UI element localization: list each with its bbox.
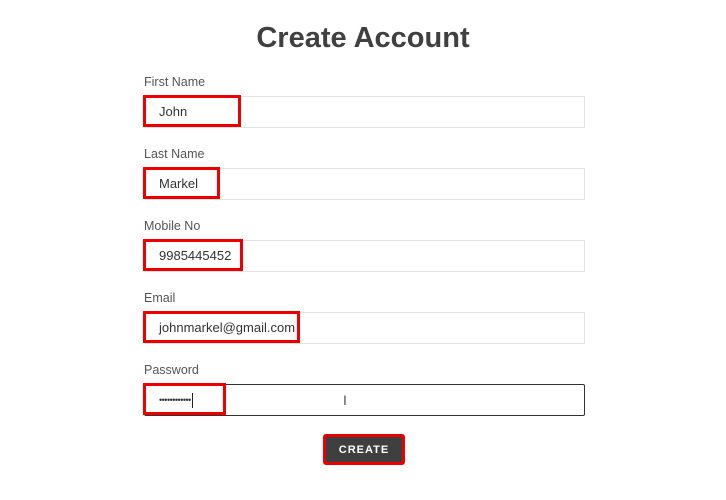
- first-name-value: John: [159, 104, 188, 119]
- mobile-input[interactable]: 9985445452: [143, 239, 585, 272]
- email-label: Email: [144, 291, 176, 305]
- email-value: johnmarkel@gmail.com: [159, 320, 296, 335]
- first-name-input[interactable]: John: [143, 95, 585, 128]
- password-value: ••••••••••••: [159, 395, 191, 405]
- mobile-field: Mobile No 9985445452: [143, 218, 585, 272]
- ibeam-cursor-icon: I: [343, 392, 347, 408]
- first-name-label: First Name: [144, 75, 206, 89]
- last-name-field: Last Name Markel: [143, 146, 585, 200]
- first-name-field: First Name John: [143, 74, 585, 128]
- password-input[interactable]: •••••••••••• I: [143, 383, 585, 416]
- highlight-box: [143, 95, 241, 127]
- page-title: Create Account: [256, 22, 470, 54]
- email-input[interactable]: johnmarkel@gmail.com: [143, 311, 585, 344]
- last-name-input[interactable]: Markel: [143, 167, 585, 200]
- mobile-value: 9985445452: [159, 248, 232, 263]
- last-name-value: Markel: [159, 176, 199, 191]
- password-field: Password •••••••••••• I: [143, 362, 585, 416]
- create-button[interactable]: CREATE: [326, 437, 402, 462]
- email-field: Email johnmarkel@gmail.com: [143, 290, 585, 344]
- create-button-highlight: CREATE: [323, 434, 405, 465]
- last-name-label: Last Name: [144, 147, 205, 161]
- mobile-label: Mobile No: [144, 219, 201, 233]
- password-label: Password: [144, 363, 199, 377]
- text-caret: [191, 393, 193, 409]
